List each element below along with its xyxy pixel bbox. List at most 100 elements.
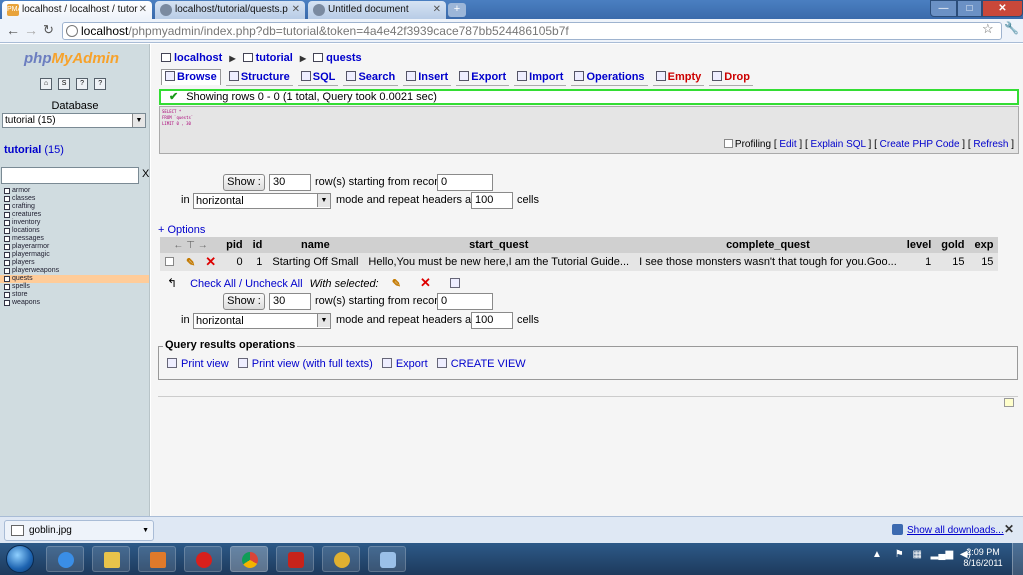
home-icon[interactable]: ⌂ <box>40 78 52 90</box>
column-header-level[interactable]: level <box>901 237 937 253</box>
maximize-window-button[interactable]: □ <box>957 0 982 17</box>
delete-row-icon[interactable]: ✕ <box>200 253 222 271</box>
sidebar-table-playerarmor[interactable]: playerarmor <box>0 243 149 251</box>
browser-tab-untitled[interactable]: Untitled document ✕ <box>308 1 446 19</box>
breadcrumb-table[interactable]: quests <box>326 52 361 64</box>
table-icon[interactable] <box>4 228 10 234</box>
export-link[interactable]: Export <box>396 358 428 370</box>
show-all-downloads-link[interactable]: Show all downloads... <box>892 524 1004 536</box>
network-icon[interactable]: ▦ <box>912 549 921 560</box>
chevron-down-icon[interactable]: ▼ <box>142 521 149 540</box>
breadcrumb-database[interactable]: tutorial <box>256 52 293 64</box>
sidebar-table-classes[interactable]: classes <box>0 195 149 203</box>
options-link[interactable]: + Options <box>158 224 205 236</box>
print-view-full-link[interactable]: Print view (with full texts) <box>252 358 373 370</box>
table-icon[interactable] <box>4 260 10 266</box>
sidebar-table-locations[interactable]: locations <box>0 227 149 235</box>
console-toggle-icon[interactable] <box>1004 398 1014 407</box>
sidebar-table-quests[interactable]: quests <box>0 275 149 283</box>
phpmyadmin-logo[interactable]: phpMyAdmin <box>24 50 119 67</box>
tab-insert[interactable]: Insert <box>403 70 452 86</box>
rows-count-input[interactable]: 30 <box>269 174 311 191</box>
download-item[interactable]: goblin.jpg ▼ <box>4 520 154 541</box>
table-icon[interactable] <box>4 188 10 194</box>
tab-operations[interactable]: Operations <box>571 70 648 86</box>
sidebar-table-weapons[interactable]: weapons <box>0 299 149 307</box>
minimize-window-button[interactable]: — <box>930 0 957 17</box>
sidebar-table-inventory[interactable]: inventory <box>0 219 149 227</box>
column-header-id[interactable]: id <box>247 237 268 253</box>
table-icon[interactable] <box>4 196 10 202</box>
rows-count-input-bottom[interactable]: 30 <box>269 293 311 310</box>
close-downloads-bar-icon[interactable]: ✕ <box>1004 522 1014 536</box>
signal-icon[interactable]: ▂▄▆ <box>931 549 953 560</box>
new-tab-button[interactable]: + <box>448 3 466 17</box>
start-record-input-bottom[interactable]: 0 <box>437 293 493 310</box>
close-tab-icon[interactable]: ✕ <box>139 4 147 15</box>
action-center-icon[interactable]: ⚑ <box>895 549 904 560</box>
edit-sql-link[interactable]: Edit <box>779 139 796 150</box>
documentation-icon[interactable]: ? <box>76 78 89 90</box>
display-mode-select[interactable]: horizontal ▼ <box>193 193 331 209</box>
table-icon[interactable] <box>4 244 10 250</box>
tab-empty[interactable]: Empty <box>652 70 705 86</box>
profiling-checkbox[interactable] <box>723 139 733 148</box>
table-icon[interactable] <box>4 220 10 226</box>
database-select[interactable]: tutorial (15) ▼ <box>2 113 146 128</box>
column-header-complete-quest[interactable]: complete_quest <box>634 237 902 253</box>
table-icon[interactable] <box>4 276 10 282</box>
sidebar-table-playermagic[interactable]: playermagic <box>0 251 149 259</box>
sidebar-table-spells[interactable]: spells <box>0 283 149 291</box>
export-selected-icon[interactable] <box>449 278 460 288</box>
taskbar-paint[interactable] <box>368 546 406 572</box>
edit-row-icon[interactable]: ✎ <box>181 253 201 271</box>
browser-tab-quests[interactable]: localhost/tutorial/quests.p ✕ <box>155 1 305 19</box>
taskbar-opera[interactable] <box>184 546 222 572</box>
mysql-docs-icon[interactable]: ? <box>94 78 107 90</box>
sidebar-table-armor[interactable]: armor <box>0 187 149 195</box>
back-arrow-icon[interactable]: ← <box>6 22 20 38</box>
tab-import[interactable]: Import <box>514 70 567 86</box>
table-icon[interactable] <box>4 268 10 274</box>
taskbar-explorer[interactable] <box>92 546 130 572</box>
column-header-pid[interactable]: pid <box>221 237 248 253</box>
show-desktop-button[interactable] <box>1012 543 1023 575</box>
taskbar-ccleaner[interactable] <box>276 546 314 572</box>
table-icon[interactable] <box>4 292 10 298</box>
sidebar-table-creatures[interactable]: creatures <box>0 211 149 219</box>
table-icon[interactable] <box>4 204 10 210</box>
row-select-checkbox[interactable] <box>160 253 181 271</box>
column-header-gold[interactable]: gold <box>936 237 970 253</box>
taskbar-internet-explorer[interactable] <box>46 546 84 572</box>
close-tab-icon[interactable]: ✕ <box>433 4 441 15</box>
browser-tab-phpmyadmin[interactable]: PMA localhost / localhost / tutor ✕ <box>2 1 152 19</box>
tab-structure[interactable]: Structure <box>225 70 293 86</box>
table-icon[interactable] <box>4 284 10 290</box>
create-view-link[interactable]: CREATE VIEW <box>451 358 526 370</box>
explain-sql-link[interactable]: Explain SQL <box>811 139 866 150</box>
sidebar-table-messages[interactable]: messages <box>0 235 149 243</box>
table-icon[interactable] <box>4 300 10 306</box>
tab-search[interactable]: Search <box>343 70 399 86</box>
check-all-link[interactable]: Check All / Uncheck All <box>190 278 303 290</box>
table-filter-input[interactable] <box>1 167 139 184</box>
refresh-link[interactable]: Refresh <box>973 139 1008 150</box>
close-tab-icon[interactable]: ✕ <box>292 4 300 15</box>
wrench-menu-icon[interactable]: 🔧 <box>1004 21 1019 35</box>
repeat-headers-input[interactable]: 100 <box>471 192 513 209</box>
taskbar-media-player[interactable] <box>138 546 176 572</box>
start-record-input[interactable]: 0 <box>437 174 493 191</box>
tab-browse[interactable]: Browse <box>161 69 221 85</box>
edit-selected-icon[interactable]: ✎ <box>392 278 401 290</box>
reload-icon[interactable]: ↻ <box>43 22 54 38</box>
taskbar-app-globe[interactable] <box>322 546 360 572</box>
tab-sql[interactable]: SQL <box>297 70 339 86</box>
repeat-headers-input-bottom[interactable]: 100 <box>471 312 513 329</box>
print-view-link[interactable]: Print view <box>181 358 229 370</box>
taskbar-clock[interactable]: 2:09 PM 8/16/2011 <box>958 547 1008 569</box>
address-bar[interactable]: localhost/phpmyadmin/index.php?db=tutori… <box>62 22 1002 40</box>
start-button[interactable] <box>6 545 34 573</box>
breadcrumb-server[interactable]: localhost <box>174 52 222 64</box>
column-header-name[interactable]: name <box>267 237 364 253</box>
display-mode-select-bottom[interactable]: horizontal ▼ <box>193 313 331 329</box>
